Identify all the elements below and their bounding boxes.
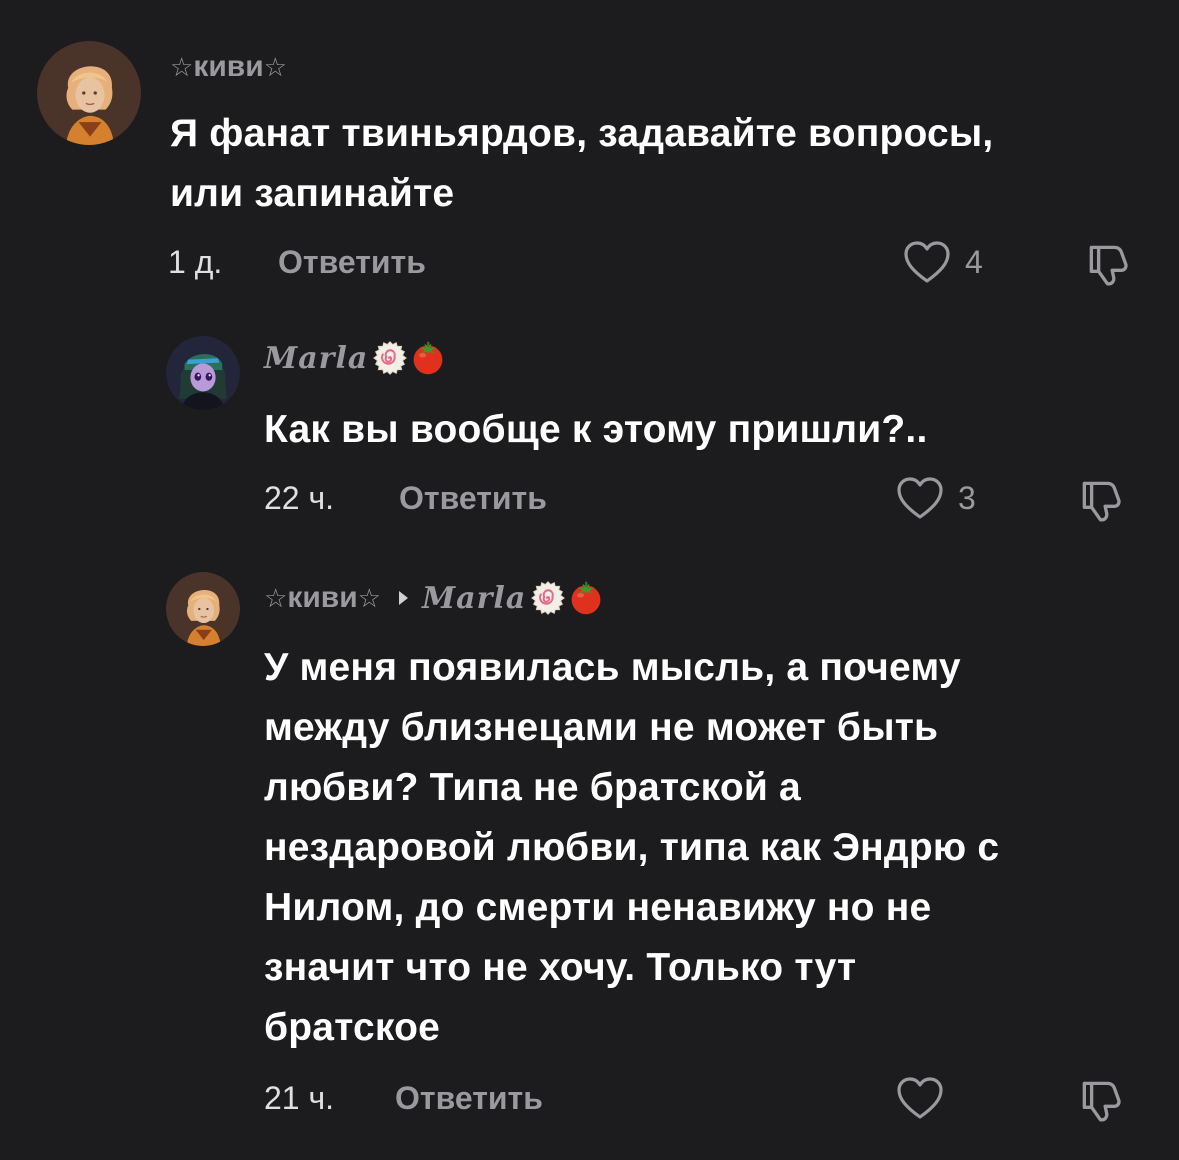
like-count: 4 <box>965 243 983 280</box>
comment-time: 1 д. <box>168 244 223 280</box>
comment-text: Как вы вообще к этому пришли?.. <box>264 400 1144 460</box>
tomato-icon <box>568 580 604 616</box>
like-button[interactable]: 4 <box>903 240 983 284</box>
like-button[interactable]: 3 <box>896 476 976 520</box>
tomato-icon <box>410 340 446 376</box>
comment-text-line: Нилом, до смерти ненавижу но не <box>264 886 932 929</box>
like-button[interactable] <box>896 1076 958 1120</box>
comment-time: 22 ч. <box>264 480 335 516</box>
star-icon: ☆ <box>170 51 194 82</box>
dislike-button[interactable] <box>1076 1074 1126 1124</box>
comment-text: Я фанат твиньярдов, задавайте вопросы, и… <box>170 104 1150 224</box>
comment-username[interactable]: ☆ киви ☆ <box>170 50 287 84</box>
comment-text-line: нездаровой любви, типа как Эндрю с <box>264 826 1000 869</box>
comment-text: У меня появилась мысль, а почему между б… <box>264 638 1144 1058</box>
avatar[interactable] <box>37 41 141 145</box>
avatar[interactable] <box>166 572 240 646</box>
comment-text-line: братское <box>264 1006 440 1049</box>
reply-button[interactable]: Ответить <box>278 244 426 281</box>
username-text: Marla <box>264 340 369 376</box>
comment-text-line: или запинайте <box>170 172 455 215</box>
heart-outline-icon <box>896 476 944 520</box>
heart-outline-icon <box>896 1076 944 1120</box>
comment-text-line: значит что не хочу. Только тут <box>264 946 857 989</box>
dislike-button[interactable] <box>1083 238 1133 288</box>
thumbs-down-icon <box>1076 1074 1126 1124</box>
comment-time: 21 ч. <box>264 1080 335 1116</box>
comments-thread: ☆ киви ☆ Я фанат твиньярдов, задавайте в… <box>0 0 1179 1160</box>
reply-arrow-icon <box>398 591 408 605</box>
comment-text-line: У меня появилась мысль, а почему <box>264 646 961 689</box>
reply-button[interactable]: Ответить <box>399 480 547 517</box>
reply-to-username[interactable]: Marla <box>422 581 526 616</box>
star-icon: ☆ <box>264 582 288 613</box>
fishcake-icon <box>530 580 566 616</box>
fishcake-icon <box>372 340 408 376</box>
comment-text-line: между близнецами не может быть <box>264 706 939 749</box>
thumbs-down-icon <box>1083 238 1133 288</box>
star-icon: ☆ <box>263 51 287 82</box>
comment-text-line: любви? Типа не братской а <box>264 766 801 809</box>
username-text: киви <box>287 581 358 614</box>
like-count: 3 <box>958 479 976 516</box>
thumbs-down-icon <box>1076 474 1126 524</box>
heart-outline-icon <box>903 240 951 284</box>
comment-username[interactable]: ☆ киви ☆ Marla <box>264 580 604 616</box>
comment-text-line: Как вы вообще к этому пришли?.. <box>264 408 928 451</box>
comment-text-line: Я фанат твиньярдов, задавайте вопросы, <box>170 112 994 155</box>
avatar[interactable] <box>166 336 240 410</box>
star-icon: ☆ <box>357 582 381 613</box>
reply-button[interactable]: Ответить <box>395 1080 543 1117</box>
username-text: киви <box>193 50 264 83</box>
dislike-button[interactable] <box>1076 474 1126 524</box>
comment-username[interactable]: Marla <box>264 340 446 376</box>
